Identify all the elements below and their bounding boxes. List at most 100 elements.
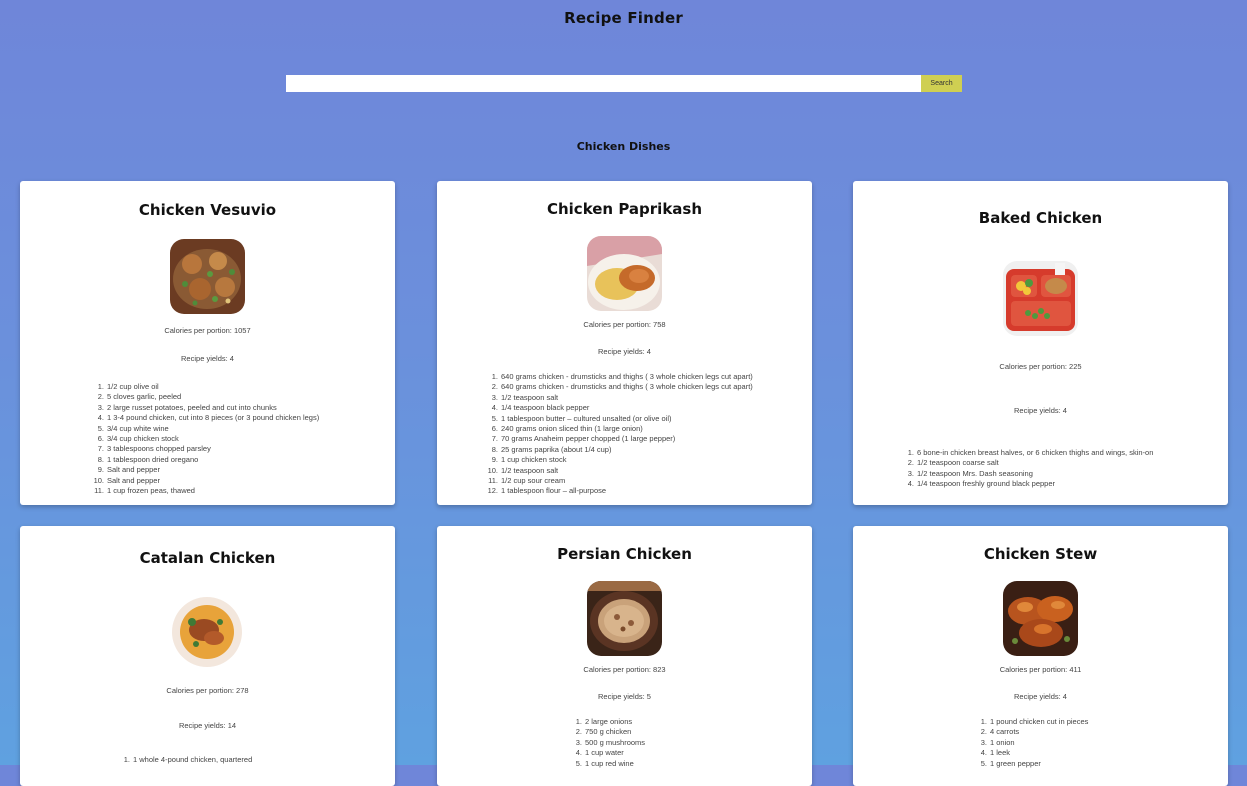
ingredient-number: 5. [980, 758, 987, 768]
calories-text: Calories per portion: 278 [166, 686, 249, 695]
ingredient-text: 1 tablespoon dried oregano [107, 454, 199, 464]
ingredient-number: 4. [491, 403, 498, 413]
ingredient-number: 2. [97, 392, 104, 402]
ingredient-number: 7. [491, 434, 498, 444]
ingredient-number: 2. [491, 382, 498, 392]
ingredient-text: 1 cup red wine [585, 758, 634, 768]
ingredients-list: 1. 1 pound chicken cut in pieces 2. 4 carro… [973, 717, 1089, 769]
ingredient-number: 5. [97, 423, 104, 433]
ingredient-text: 1 whole 4-pound chicken, quartered [133, 755, 253, 764]
calories-text: Calories per portion: 411 [999, 665, 1082, 674]
ingredient-text: 1 cup frozen peas, thawed [107, 486, 195, 496]
ingredient-number: 11. [94, 486, 104, 496]
ingredient-number: 3. [97, 402, 104, 412]
section-title: Chicken Dishes [576, 140, 671, 153]
ingredient-item: 12. 1 tablespoon flour – all-purpose [484, 486, 753, 496]
ingredient-number: 2. [575, 727, 582, 737]
ingredient-item: 1. 1/2 cup olive oil [90, 382, 319, 392]
ingredient-text: 3 tablespoons chopped parsley [107, 444, 211, 454]
app-title: Recipe Finder [564, 9, 683, 27]
ingredient-item: 5. 1 tablespoon butter – cultured unsalte… [484, 414, 753, 424]
ingredient-item: 4. 1/4 teaspoon freshly ground black pepp… [900, 479, 1153, 489]
ingredient-text: 25 grams paprika (about 1/4 cup) [501, 444, 612, 454]
recipe-title: Chicken Vesuvio [138, 201, 277, 219]
ingredient-number: 3. [980, 737, 987, 747]
ingredient-text: 1 onion [990, 737, 1015, 747]
ingredient-number: 6. [97, 434, 104, 444]
ingredient-text: 1 tablespoon flour – all-purpose [501, 486, 607, 496]
ingredient-item: 2. 4 carrots [973, 727, 1088, 737]
ingredient-item: 1. 1 whole 4-pound chicken, quartered [116, 755, 253, 765]
search-button[interactable]: Search [921, 75, 962, 92]
ingredient-item: 3. 500 g mushrooms [568, 738, 645, 748]
ingredient-text: 1 leek [990, 748, 1011, 758]
ingredient-text: 1/2 cup olive oil [107, 382, 159, 391]
ingredient-text: 1/2 cup sour cream [501, 476, 566, 486]
ingredient-item: 10. 1/2 teaspoon salt [484, 466, 753, 476]
recipe-image [587, 581, 662, 656]
ingredient-number: 10. [93, 475, 104, 485]
ingredient-number: 9. [97, 465, 104, 475]
ingredients-list: 1. 1 whole 4-pound chicken, quartered [116, 755, 253, 765]
ingredient-item: 3. 2 large russet potatoes, peeled and cu… [90, 403, 319, 413]
ingredient-text: 1/2 teaspoon coarse salt [917, 458, 999, 468]
ingredient-number: 11. [488, 476, 498, 486]
ingredient-number: 9. [491, 455, 498, 465]
calories-text: Calories per portion: 758 [583, 320, 666, 329]
ingredient-item: 4. 1 3-4 pound chicken, cut into 8 pieces… [90, 413, 319, 423]
recipe-card: Chicken Stew Calories per portion: 411 R… [853, 526, 1228, 786]
ingredient-item: 2. 1/2 teaspoon coarse salt [900, 458, 1153, 468]
recipe-title: Chicken Stew [983, 545, 1098, 563]
ingredient-item: 11. 1/2 cup sour cream [484, 476, 753, 486]
search-bar: Search [286, 75, 962, 92]
ingredient-item: 7. 3 tablespoons chopped parsley [90, 444, 319, 454]
ingredient-number: 4. [97, 413, 104, 423]
ingredient-number: 5. [575, 758, 582, 768]
ingredient-text: 1 cup water [585, 748, 624, 758]
ingredient-item: 1. 1 pound chicken cut in pieces [973, 717, 1089, 727]
ingredient-text: 1/2 teaspoon salt [501, 465, 559, 475]
ingredient-text: 640 grams chicken - drumsticks and thigh… [501, 372, 753, 381]
ingredient-text: 2 large russet potatoes, peeled and cut … [107, 402, 277, 412]
ingredient-item: 5. 1 cup red wine [568, 759, 645, 769]
ingredient-item: 5. 3/4 cup white wine [90, 424, 319, 434]
ingredient-item: 5. 1 green pepper [973, 759, 1088, 769]
ingredient-text: 1/4 teaspoon freshly ground black pepper [917, 479, 1056, 489]
ingredient-item: 3. 1/2 teaspoon salt [484, 393, 753, 403]
ingredient-item: 11. 1 cup frozen peas, thawed [90, 486, 319, 496]
ingredient-number: 3. [575, 737, 582, 747]
ingredient-text: 5 cloves garlic, peeled [107, 392, 182, 402]
ingredient-item: 1. 2 large onions [568, 717, 645, 727]
search-input[interactable] [286, 75, 921, 92]
ingredient-item: 4. 1 cup water [568, 748, 645, 758]
yields-text: Recipe yields: 14 [178, 721, 237, 730]
ingredient-item: 4. 1 leek [973, 748, 1088, 758]
recipe-image [170, 594, 245, 669]
ingredient-item: 3. 1 onion [973, 738, 1088, 748]
yields-text: Recipe yields: 4 [1014, 692, 1067, 701]
ingredient-text: 1 pound chicken cut in pieces [990, 717, 1089, 726]
ingredient-number: 4. [575, 748, 582, 758]
ingredient-number: 1. [123, 755, 130, 764]
ingredient-text: 750 g chicken [585, 727, 632, 737]
recipe-title: Chicken Paprikash [546, 200, 703, 218]
ingredient-number: 4. [980, 748, 987, 758]
ingredient-number: 1. [980, 717, 987, 726]
ingredients-list: 1. 640 grams chicken - drumsticks and thi… [484, 372, 753, 497]
ingredients-list: 1. 1/2 cup olive oil 2. 5 cloves garlic, pe… [90, 382, 320, 496]
recipe-image [1003, 581, 1078, 656]
ingredient-number: 1. [907, 448, 914, 457]
ingredient-text: 70 grams Anaheim pepper chopped (1 large… [501, 434, 676, 444]
recipe-title: Catalan Chicken [139, 549, 276, 567]
ingredient-number: 3. [907, 468, 914, 478]
recipe-card: Baked Chicken Calories per portion: 225 … [853, 181, 1228, 505]
ingredient-text: 1 3-4 pound chicken, cut into 8 pieces (… [107, 413, 320, 423]
ingredient-text: 1 cup chicken stock [501, 455, 567, 465]
ingredient-text: 3/4 cup white wine [107, 423, 169, 433]
yields-text: Recipe yields: 4 [1014, 406, 1067, 415]
ingredient-text: 1/2 teaspoon salt [501, 392, 559, 402]
ingredients-list: 1. 6 bone-in chicken breast halves, or 6 … [900, 448, 1154, 490]
ingredient-text: 1/4 teaspoon black pepper [501, 403, 590, 413]
ingredient-number: 8. [491, 444, 498, 454]
ingredient-number: 7. [97, 444, 104, 454]
